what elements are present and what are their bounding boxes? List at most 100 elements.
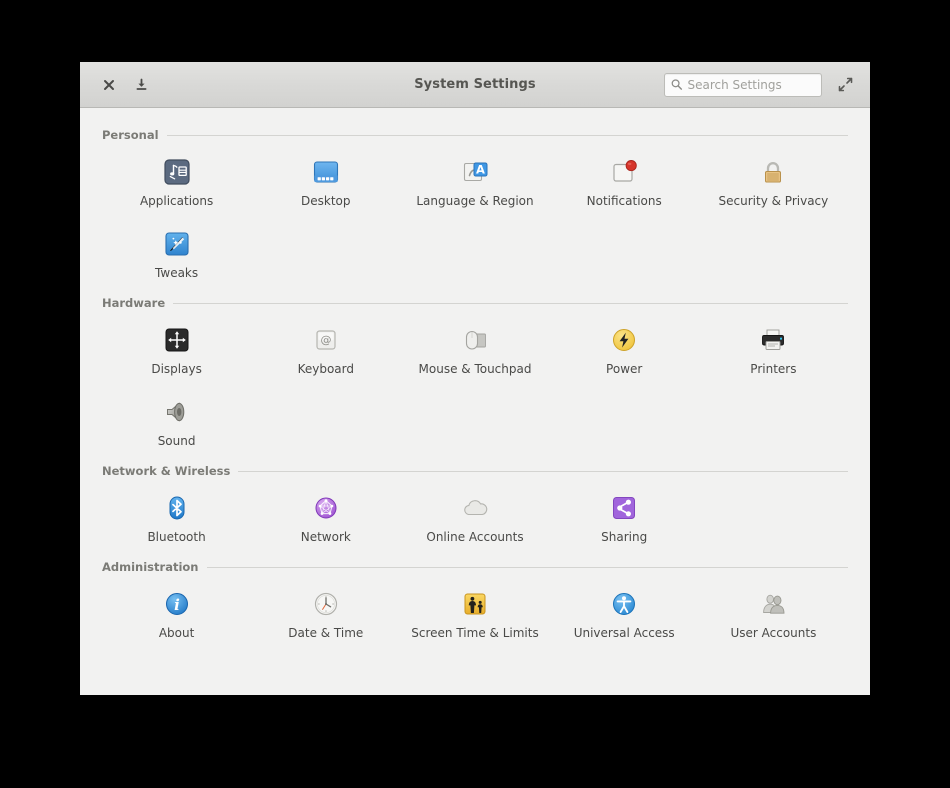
tile-label: Tweaks bbox=[155, 266, 199, 280]
tile-label: Mouse & Touchpad bbox=[418, 362, 532, 376]
settings-grid-administration: i About Date & Time Screen Time & Limits… bbox=[102, 578, 848, 648]
keyboard-icon: @ bbox=[310, 324, 342, 356]
settings-tile-desktop[interactable]: Desktop bbox=[251, 146, 400, 216]
download-button[interactable] bbox=[128, 72, 154, 98]
tile-label: Printers bbox=[750, 362, 797, 376]
tile-label: Desktop bbox=[301, 194, 351, 208]
tile-label: Language & Region bbox=[416, 194, 534, 208]
settings-tile-screen-time[interactable]: Screen Time & Limits bbox=[400, 578, 549, 648]
bluetooth-icon bbox=[161, 492, 193, 524]
tile-label: Security & Privacy bbox=[718, 194, 829, 208]
svg-text:i: i bbox=[174, 596, 180, 614]
section-title: Personal bbox=[102, 128, 159, 142]
settings-tile-language-region[interactable]: A Language & Region bbox=[400, 146, 549, 216]
settings-tile-power[interactable]: Power bbox=[550, 314, 699, 384]
tile-label: Sharing bbox=[601, 530, 648, 544]
svg-text:@: @ bbox=[320, 334, 331, 347]
download-icon bbox=[136, 78, 146, 90]
settings-tile-printers[interactable]: Printers bbox=[699, 314, 848, 384]
section-title: Network & Wireless bbox=[102, 464, 231, 478]
universal-access-icon bbox=[608, 588, 640, 620]
section-header-hardware: Hardware bbox=[102, 290, 848, 310]
tile-label: Keyboard bbox=[297, 362, 354, 376]
screen-time-icon bbox=[459, 588, 491, 620]
maximize-button[interactable] bbox=[832, 72, 858, 98]
applications-icon bbox=[161, 156, 193, 188]
online-accounts-icon bbox=[459, 492, 491, 524]
settings-content: Personal Applications Desktop A Language… bbox=[80, 108, 870, 695]
search-box[interactable] bbox=[664, 72, 822, 97]
power-icon bbox=[608, 324, 640, 356]
tweaks-icon bbox=[161, 228, 193, 260]
section-divider bbox=[238, 470, 848, 472]
tile-label: Screen Time & Limits bbox=[411, 626, 539, 640]
about-icon: i bbox=[161, 588, 193, 620]
settings-tile-notifications[interactable]: Notifications bbox=[550, 146, 699, 216]
notifications-icon bbox=[608, 156, 640, 188]
settings-tile-about[interactable]: i About bbox=[102, 578, 251, 648]
settings-tile-user-accounts[interactable]: User Accounts bbox=[699, 578, 848, 648]
grid-spacer bbox=[699, 482, 848, 552]
search-icon bbox=[671, 79, 683, 90]
section-administration: Administration i About Date & Time Scree… bbox=[102, 554, 848, 648]
settings-tile-applications[interactable]: Applications bbox=[102, 146, 251, 216]
sound-icon bbox=[161, 396, 193, 428]
sharing-icon bbox=[608, 492, 640, 524]
settings-tile-security-privacy[interactable]: Security & Privacy bbox=[699, 146, 848, 216]
svg-text:A: A bbox=[476, 162, 485, 176]
settings-grid-network-wireless: Bluetooth Network Online Accounts Sharin… bbox=[102, 482, 848, 552]
settings-tile-sharing[interactable]: Sharing bbox=[550, 482, 699, 552]
section-title: Hardware bbox=[102, 296, 166, 310]
system-settings-window: System Settings Personal bbox=[80, 62, 870, 695]
section-header-personal: Personal bbox=[102, 122, 848, 142]
tile-label: Bluetooth bbox=[147, 530, 206, 544]
displays-icon bbox=[161, 324, 193, 356]
tile-label: Universal Access bbox=[573, 626, 675, 640]
desktop-icon bbox=[310, 156, 342, 188]
titlebar: System Settings bbox=[80, 62, 870, 108]
tile-label: Online Accounts bbox=[426, 530, 524, 544]
tile-label: Displays bbox=[151, 362, 202, 376]
tile-label: Applications bbox=[139, 194, 214, 208]
settings-tile-keyboard[interactable]: @ Keyboard bbox=[251, 314, 400, 384]
network-icon bbox=[310, 492, 342, 524]
settings-tile-bluetooth[interactable]: Bluetooth bbox=[102, 482, 251, 552]
section-divider bbox=[166, 134, 848, 136]
search-input[interactable] bbox=[687, 77, 815, 92]
section-header-administration: Administration bbox=[102, 554, 848, 574]
settings-tile-network[interactable]: Network bbox=[251, 482, 400, 552]
settings-grid-personal: Applications Desktop A Language & Region… bbox=[102, 146, 848, 288]
security-privacy-icon bbox=[757, 156, 789, 188]
section-hardware: Hardware Displays @ Keyboard Mouse & Tou… bbox=[102, 290, 848, 456]
tile-label: Power bbox=[606, 362, 643, 376]
section-personal: Personal Applications Desktop A Language… bbox=[102, 122, 848, 288]
settings-tile-sound[interactable]: Sound bbox=[102, 386, 251, 456]
close-button[interactable] bbox=[96, 72, 122, 98]
section-header-network-wireless: Network & Wireless bbox=[102, 458, 848, 478]
language-region-icon: A bbox=[459, 156, 491, 188]
tile-label: Notifications bbox=[586, 194, 662, 208]
section-network-wireless: Network & Wireless Bluetooth Network Onl… bbox=[102, 458, 848, 552]
settings-tile-online-accounts[interactable]: Online Accounts bbox=[400, 482, 549, 552]
section-divider bbox=[206, 566, 848, 568]
tile-label: Sound bbox=[157, 434, 196, 448]
settings-tile-universal-access[interactable]: Universal Access bbox=[550, 578, 699, 648]
maximize-icon bbox=[838, 77, 852, 92]
tile-label: About bbox=[158, 626, 195, 640]
settings-tile-tweaks[interactable]: Tweaks bbox=[102, 218, 251, 288]
mouse-touchpad-icon bbox=[459, 324, 491, 356]
settings-tile-mouse-touchpad[interactable]: Mouse & Touchpad bbox=[400, 314, 549, 384]
tile-label: Network bbox=[300, 530, 351, 544]
section-divider bbox=[173, 302, 848, 304]
settings-grid-hardware: Displays @ Keyboard Mouse & Touchpad Pow… bbox=[102, 314, 848, 456]
printers-icon bbox=[757, 324, 789, 356]
settings-tile-displays[interactable]: Displays bbox=[102, 314, 251, 384]
titlebar-right-group bbox=[664, 72, 858, 98]
section-title: Administration bbox=[102, 560, 199, 574]
user-accounts-icon bbox=[757, 588, 789, 620]
tile-label: User Accounts bbox=[730, 626, 817, 640]
settings-tile-date-time[interactable]: Date & Time bbox=[251, 578, 400, 648]
date-time-icon bbox=[310, 588, 342, 620]
tile-label: Date & Time bbox=[288, 626, 364, 640]
close-icon bbox=[104, 79, 114, 90]
